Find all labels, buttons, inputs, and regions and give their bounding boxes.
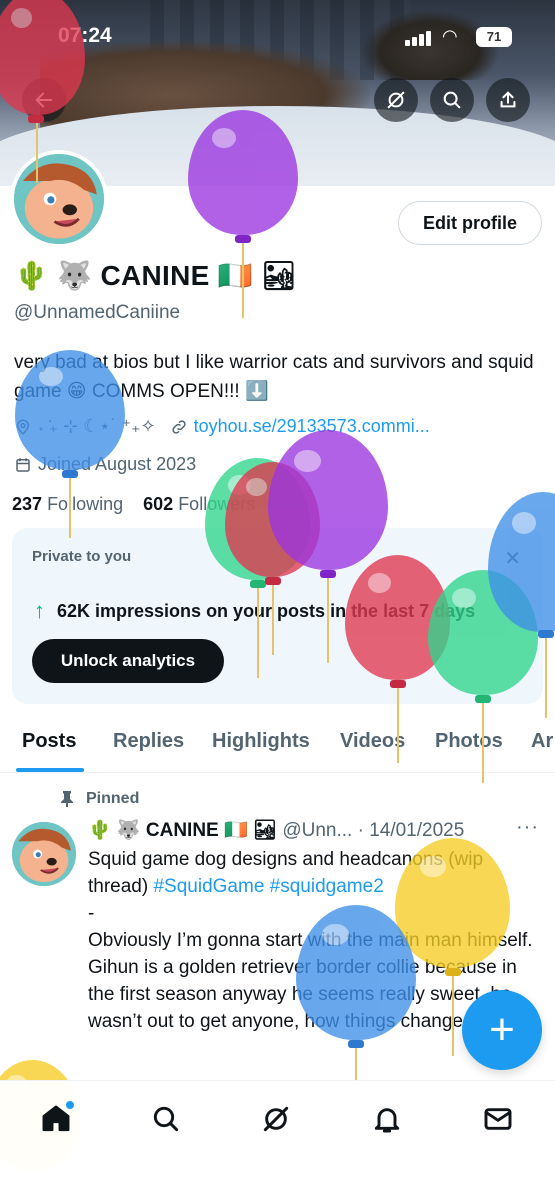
following-link[interactable]: 237 Following <box>12 494 123 514</box>
display-name: 🌵 🐺 CANINE 🇮🇪 🏜 <box>14 260 297 291</box>
search-icon <box>153 1106 179 1132</box>
post-author-name[interactable]: 🌵 🐺 CANINE 🇮🇪 🏜 <box>88 820 277 841</box>
messages-icon <box>484 1108 512 1130</box>
tab-videos[interactable]: Videos <box>340 730 405 753</box>
active-tab-indicator <box>16 768 84 772</box>
search-button[interactable] <box>430 78 474 122</box>
wifi-icon: ◠ <box>442 26 458 46</box>
notifications-icon <box>374 1108 400 1133</box>
profile-bio: very bad at bios but I like warrior cats… <box>14 352 534 402</box>
impressions-summary: ↑ 62K impressions on your posts in the l… <box>34 598 475 624</box>
grok-icon <box>263 1106 289 1132</box>
profile-tabs: Posts Replies Highlights Videos Photos A… <box>0 720 555 773</box>
tab-replies[interactable]: Replies <box>113 730 184 753</box>
more-options-icon[interactable]: ··· <box>516 816 539 839</box>
calendar-icon <box>16 457 30 472</box>
status-bar: 07:24 ◠ 71 <box>0 22 555 54</box>
post-header: 🌵 🐺 CANINE 🇮🇪 🏜 @Unn... · 14/01/2025 <box>88 818 464 842</box>
following-label: Following <box>47 494 124 514</box>
pin-icon <box>61 791 73 807</box>
private-analytics-card: Private to you ✕ ↑ 62K impressions on yo… <box>12 528 543 704</box>
grok-button[interactable] <box>374 78 418 122</box>
profile-joined: Joined August 2023 <box>14 454 196 475</box>
back-button[interactable] <box>22 78 66 122</box>
profile-meta: ˖ ݁₊ ⊹ ☾⋆˙ ⁺₊✧ toyhou.se/29133573.commi.… <box>14 416 430 437</box>
pinned-label-row: Pinned <box>60 790 139 808</box>
avatar-image <box>14 154 104 244</box>
bottom-navigation <box>0 1080 555 1200</box>
link-icon <box>171 419 186 434</box>
unlock-analytics-button[interactable]: Unlock analytics <box>32 639 224 683</box>
nav-search[interactable] <box>146 1099 186 1139</box>
post-handle-date: @Unn... · 14/01/2025 <box>282 820 465 841</box>
nav-grok[interactable] <box>256 1099 296 1139</box>
status-time: 07:24 <box>58 24 112 47</box>
compose-post-button[interactable]: + <box>462 990 542 1070</box>
profile-link[interactable]: toyhou.se/29133573.commi... <box>194 416 430 437</box>
cellular-signal-icon <box>405 28 435 46</box>
pinned-label: Pinned <box>86 790 140 807</box>
nav-notifications[interactable] <box>367 1099 407 1139</box>
hashtag-link[interactable]: #SquidGame <box>153 876 264 897</box>
avatar-image <box>12 822 76 886</box>
profile-location: ˖ ݁₊ ⊹ ☾⋆˙ ⁺₊✧ <box>38 416 156 436</box>
hashtag-link[interactable]: #squidgame2 <box>270 876 384 897</box>
followers-link[interactable]: 602 Followers <box>143 494 255 514</box>
location-icon <box>16 419 30 435</box>
follow-stats: 237 Following 602 Followers <box>12 494 255 515</box>
impressions-text: 62K impressions on your posts in the las… <box>57 600 476 621</box>
nav-home[interactable] <box>36 1099 76 1139</box>
battery-indicator: 71 <box>476 27 512 47</box>
tab-posts[interactable]: Posts <box>22 730 76 753</box>
close-icon[interactable]: ✕ <box>504 546 521 571</box>
share-button[interactable] <box>486 78 530 122</box>
notification-dot <box>66 1101 74 1109</box>
search-icon <box>443 91 461 109</box>
followers-label: Followers <box>178 494 256 514</box>
tab-photos[interactable]: Photos <box>435 730 503 753</box>
edit-profile-button[interactable]: Edit profile <box>398 201 542 245</box>
private-card-title: Private to you <box>32 548 132 565</box>
profile-avatar[interactable] <box>10 150 108 248</box>
arrow-left-icon <box>35 92 53 108</box>
tab-highlights[interactable]: Highlights <box>212 730 310 753</box>
joined-date: Joined August 2023 <box>38 454 197 474</box>
post-avatar[interactable] <box>12 822 76 886</box>
followers-count: 602 <box>143 494 174 514</box>
nav-messages[interactable] <box>478 1099 518 1139</box>
following-count: 237 <box>12 494 43 514</box>
tab-articles[interactable]: Ar <box>531 730 553 753</box>
share-icon <box>500 91 516 108</box>
profile-handle: @UnnamedCaniine <box>14 302 181 323</box>
grok-icon <box>387 91 405 109</box>
arrow-up-icon: ↑ <box>34 598 45 623</box>
